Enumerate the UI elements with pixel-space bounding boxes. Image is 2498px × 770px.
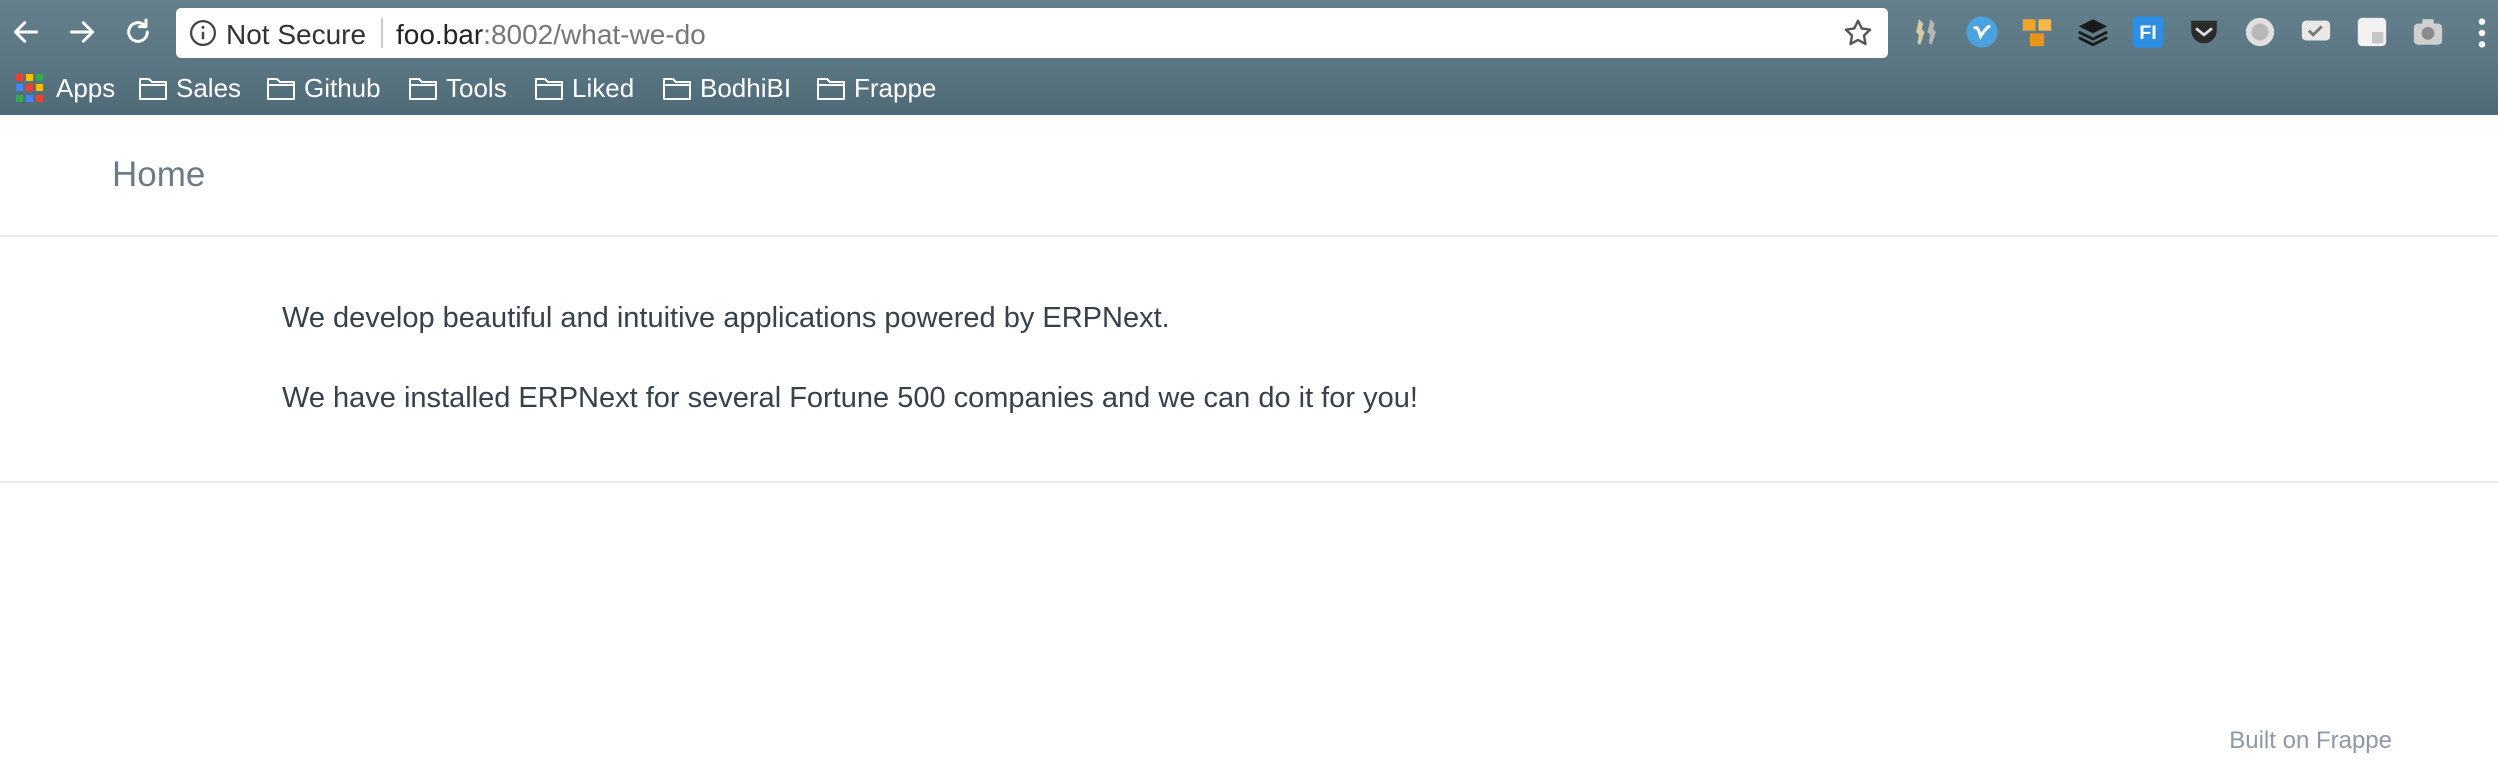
bookmark-apps[interactable]: Apps bbox=[16, 70, 115, 106]
home-link[interactable]: Home bbox=[112, 155, 205, 195]
vimeo-icon bbox=[1966, 16, 1998, 48]
chat-icon bbox=[2301, 20, 2331, 41]
address-bar[interactable]: Not Secure foo.bar:8002/what-we-do bbox=[176, 8, 1888, 58]
browser-menu-icon[interactable] bbox=[2474, 16, 2490, 50]
folder-icon bbox=[409, 78, 437, 100]
bookmark-folder-sales[interactable]: Sales bbox=[138, 70, 241, 106]
fi-label: FI bbox=[2139, 22, 2157, 44]
bookmark-label: Frappe bbox=[854, 72, 937, 103]
bookmark-folder-frappe[interactable]: Frappe bbox=[816, 70, 936, 106]
bookmark-label: Tools bbox=[446, 72, 507, 103]
bookmark-folder-bodhibi[interactable]: BodhiBI bbox=[662, 70, 791, 106]
browser-chrome: Not Secure foo.bar:8002/what-we-do FI Ap… bbox=[0, 0, 2498, 115]
back-button[interactable] bbox=[2, 8, 50, 56]
address-divider bbox=[381, 18, 383, 48]
extension-chat[interactable] bbox=[2298, 14, 2334, 50]
folder-icon bbox=[817, 78, 845, 100]
extension-blocks[interactable] bbox=[2019, 14, 2055, 50]
apps-grid-icon bbox=[16, 74, 44, 102]
bookmarks-bar: Apps Sales Github Tools Liked BodhiBI Fr… bbox=[0, 66, 2498, 110]
info-icon[interactable] bbox=[188, 18, 218, 48]
bookmark-label: BodhiBI bbox=[700, 72, 792, 103]
record-icon bbox=[2245, 17, 2275, 47]
bookmark-star-icon[interactable] bbox=[1842, 17, 1874, 49]
extension-layers[interactable] bbox=[2075, 14, 2111, 50]
bookmark-label: Github bbox=[304, 72, 381, 103]
extension-camera[interactable] bbox=[2410, 14, 2446, 50]
pocket-icon bbox=[2191, 20, 2217, 44]
folder-icon bbox=[663, 78, 691, 100]
site-navbar: Home bbox=[0, 115, 2498, 237]
url-text[interactable]: foo.bar:8002/what-we-do bbox=[396, 19, 706, 51]
extension-vimeo[interactable] bbox=[1964, 14, 2000, 50]
bookmark-label: Sales bbox=[176, 72, 242, 103]
forward-arrow-icon bbox=[69, 21, 95, 43]
layers-icon bbox=[2078, 19, 2108, 47]
extension-pocket[interactable] bbox=[2186, 14, 2222, 50]
camera-icon bbox=[2413, 19, 2443, 45]
offer-paragraph: We have installed ERPNext for several Fo… bbox=[282, 382, 1418, 414]
security-label[interactable]: Not Secure bbox=[226, 19, 366, 51]
folder-icon bbox=[535, 78, 563, 100]
built-on-frappe-link[interactable]: Built on Frappe bbox=[2229, 727, 2392, 755]
forward-button[interactable] bbox=[58, 8, 106, 56]
folder-icon bbox=[139, 78, 167, 100]
extension-fi[interactable]: FI bbox=[2130, 14, 2166, 50]
reload-icon bbox=[127, 18, 149, 43]
bookmark-folder-liked[interactable]: Liked bbox=[534, 70, 634, 106]
url-path: :8002/what-we-do bbox=[483, 19, 706, 50]
back-arrow-icon bbox=[13, 21, 39, 43]
intro-paragraph: We develop beautiful and intuitive appli… bbox=[282, 302, 1170, 334]
extension-record[interactable] bbox=[2242, 14, 2278, 50]
url-host: foo.bar bbox=[396, 19, 484, 50]
blocks-icon bbox=[2022, 19, 2052, 47]
bookmark-folder-github[interactable]: Github bbox=[266, 70, 381, 106]
bookmark-label: Apps bbox=[56, 72, 116, 103]
window-icon bbox=[2357, 17, 2387, 47]
reload-button[interactable] bbox=[114, 8, 162, 56]
page-content: We develop beautiful and intuitive appli… bbox=[0, 237, 2498, 483]
folder-icon bbox=[267, 78, 295, 100]
bookmark-folder-tools[interactable]: Tools bbox=[408, 70, 507, 106]
fi-icon: FI bbox=[2132, 16, 2164, 48]
bookmark-label: Liked bbox=[572, 72, 635, 103]
extension-window[interactable] bbox=[2354, 14, 2390, 50]
key-icon bbox=[1916, 19, 1936, 45]
extension-key[interactable] bbox=[1908, 14, 1944, 50]
